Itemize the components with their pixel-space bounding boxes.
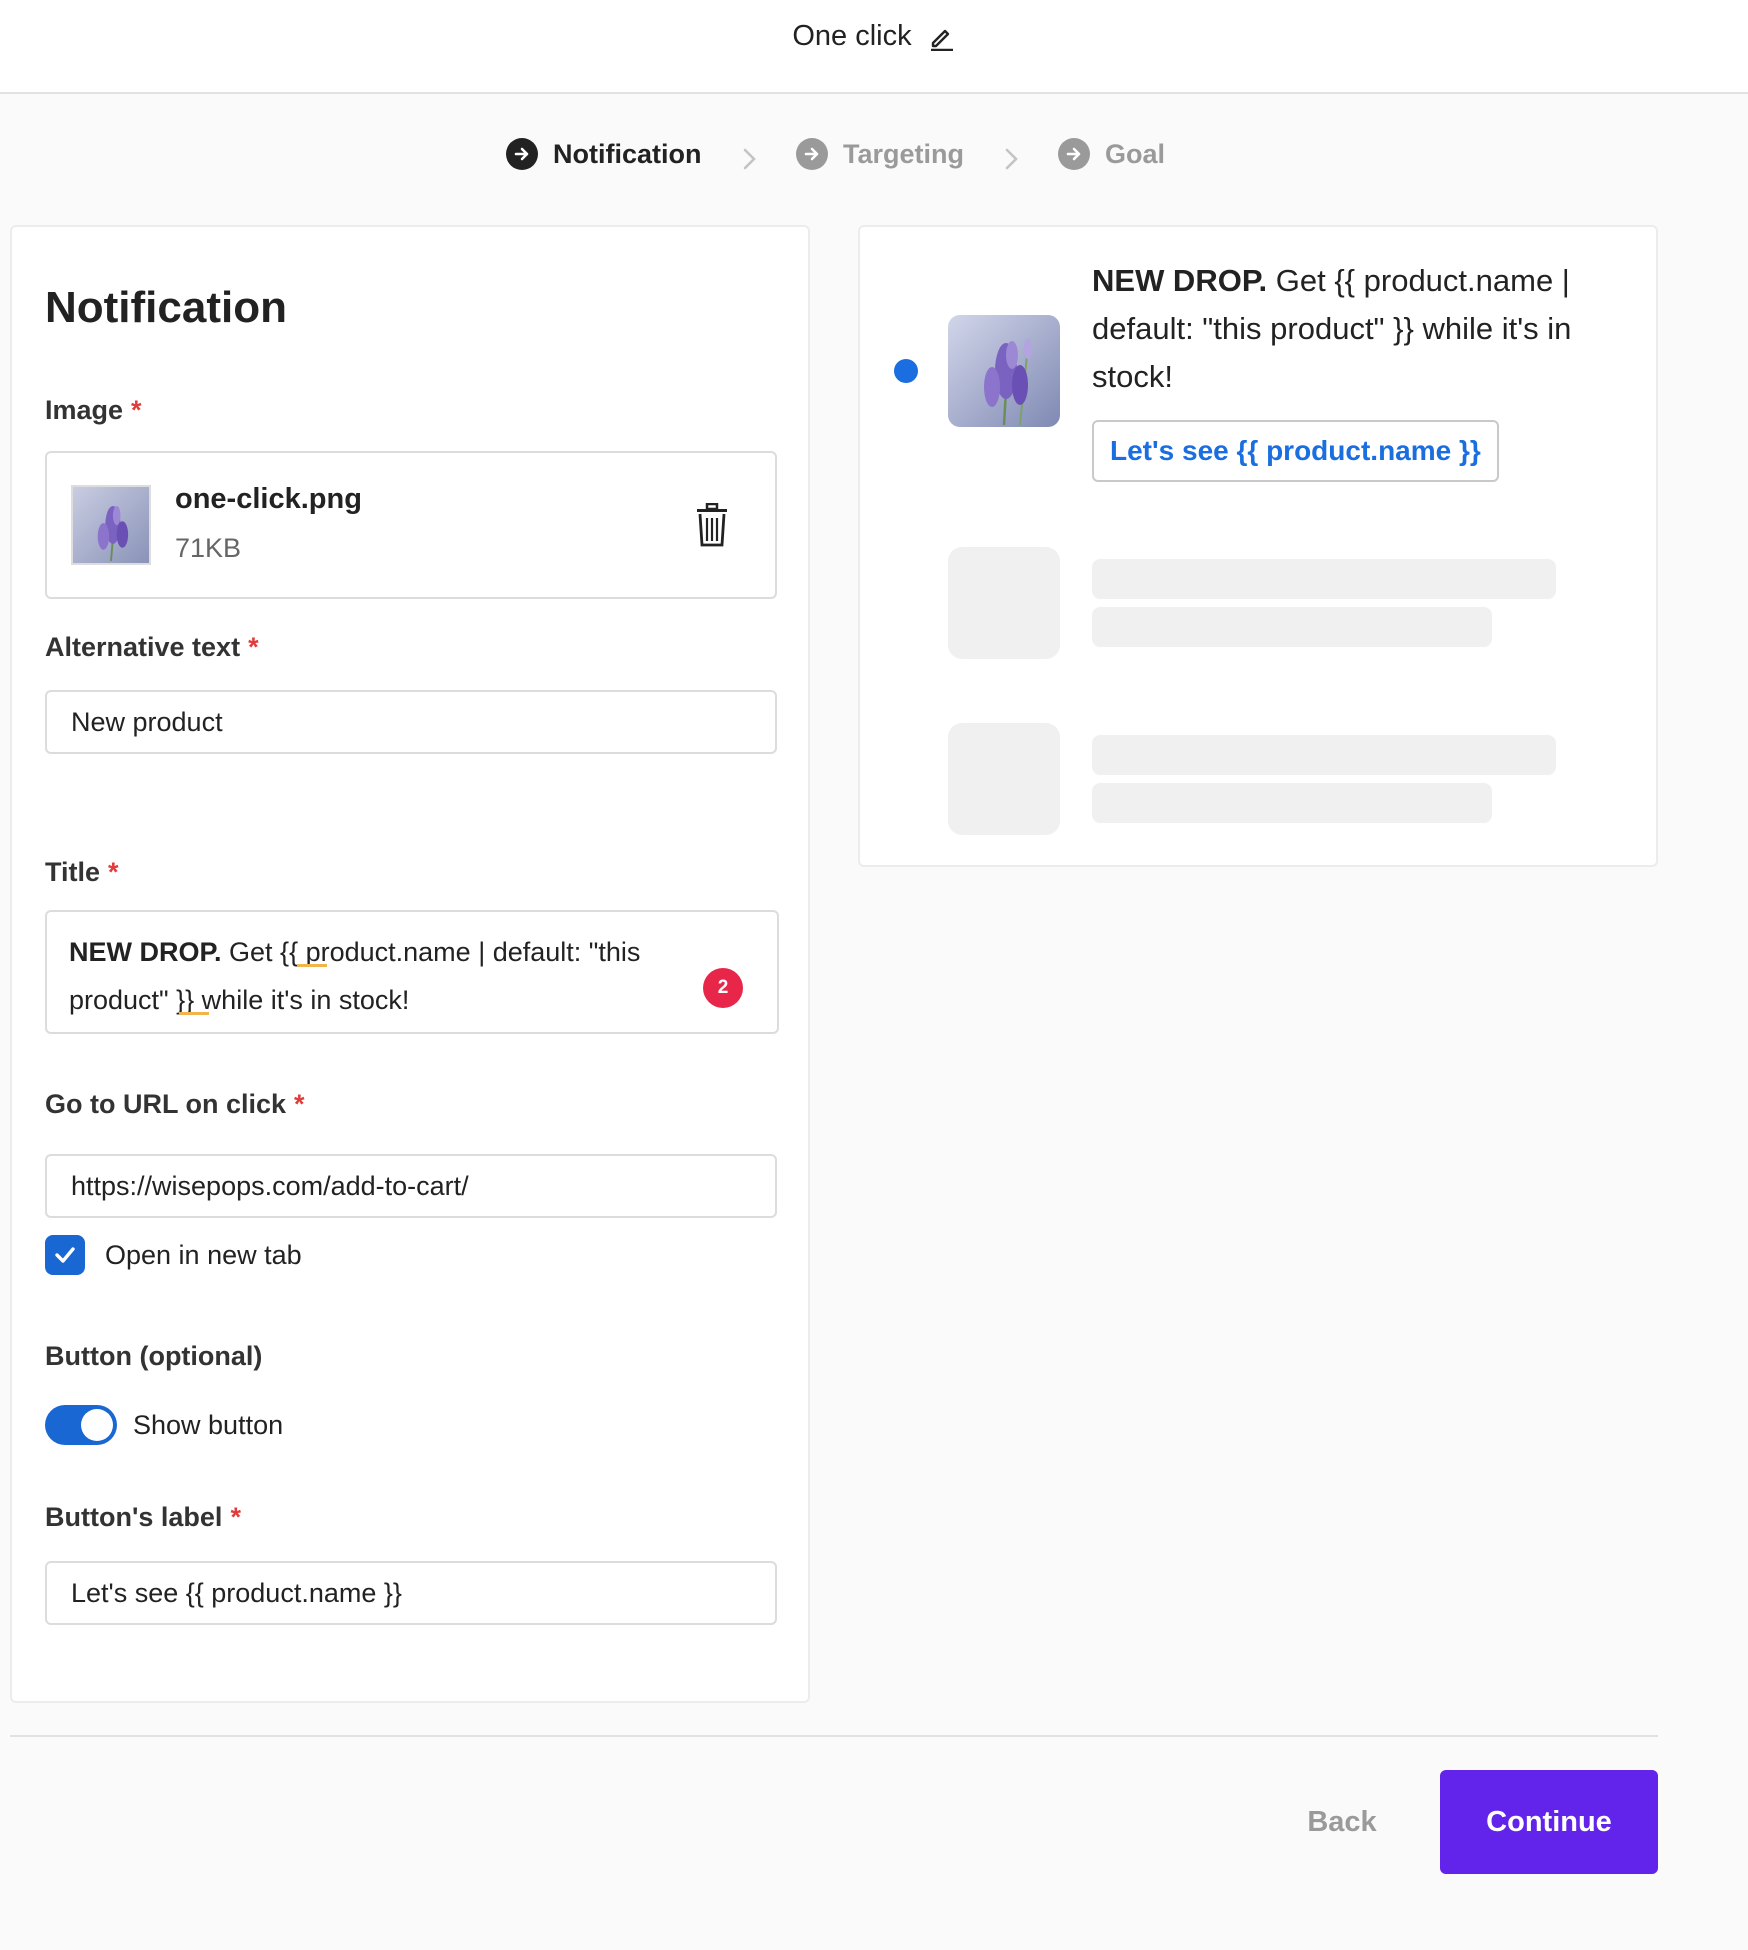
button-optional-label: Button (optional) xyxy=(45,1341,263,1371)
button-label-value: Let's see {{ product.name }} xyxy=(71,1577,402,1608)
required-mark: * xyxy=(131,395,142,425)
campaign-title[interactable]: One click xyxy=(792,20,911,52)
open-new-tab-checkbox[interactable] xyxy=(45,1235,85,1275)
chevron-right-icon xyxy=(743,148,756,170)
preview-cta-button[interactable]: Let's see {{ product.name }} xyxy=(1092,420,1499,482)
alt-text-value: New product xyxy=(71,706,223,737)
step-notification[interactable]: Notification xyxy=(506,138,702,170)
unread-dot xyxy=(894,359,918,383)
show-button-row[interactable]: Show button xyxy=(45,1405,283,1445)
title-content: NEW DROP. Get {{ product.name | default:… xyxy=(69,928,709,1024)
arrow-right-circle-icon xyxy=(506,138,538,170)
step-goal[interactable]: Goal xyxy=(1058,138,1165,170)
file-name: one-click.png xyxy=(175,483,362,515)
step-label: Goal xyxy=(1105,138,1166,169)
title-label-text: Title xyxy=(45,857,101,887)
url-label: Go to URL on click * xyxy=(45,1089,305,1120)
alt-text-label: Alternative text * xyxy=(45,632,259,663)
continue-button[interactable]: Continue xyxy=(1440,1770,1658,1874)
required-mark: * xyxy=(294,1089,305,1119)
arrow-right-circle-icon xyxy=(796,138,828,170)
toggle-knob xyxy=(81,1409,113,1441)
alt-text-input[interactable]: New product xyxy=(45,690,777,754)
button-label-label: Button's label * xyxy=(45,1502,241,1533)
step-label: Targeting xyxy=(843,138,964,169)
open-new-tab-label: Open in new tab xyxy=(105,1239,302,1270)
skeleton-image xyxy=(948,723,1060,835)
skeleton-line xyxy=(1092,735,1556,775)
open-new-tab-row[interactable]: Open in new tab xyxy=(45,1235,302,1275)
title-label: Title * xyxy=(45,857,119,888)
checkmark-icon xyxy=(55,1247,75,1263)
button-label-input[interactable]: Let's see {{ product.name }} xyxy=(45,1561,777,1625)
trash-icon[interactable] xyxy=(695,503,729,547)
notification-form-card: Notification Image * one-click.png 71KB A… xyxy=(10,225,810,1703)
step-targeting[interactable]: Targeting xyxy=(796,138,964,170)
stepper: Notification Targeting Goal xyxy=(0,138,1748,182)
preview-title-bold: NEW DROP. xyxy=(1092,263,1268,298)
title-bold-text: NEW DROP. xyxy=(69,937,222,967)
footer-divider xyxy=(10,1735,1658,1737)
alt-text-label-text: Alternative text xyxy=(45,632,241,662)
url-label-text: Go to URL on click xyxy=(45,1089,287,1119)
image-label: Image * xyxy=(45,395,142,426)
back-button[interactable]: Back xyxy=(1282,1770,1402,1874)
preview-card: NEW DROP. Get {{ product.name | default:… xyxy=(858,225,1658,867)
spellcheck-underline xyxy=(179,1012,209,1015)
image-label-text: Image xyxy=(45,395,124,425)
show-button-toggle[interactable] xyxy=(45,1405,117,1445)
preview-title: NEW DROP. Get {{ product.name | default:… xyxy=(1092,257,1582,401)
top-bar: One click xyxy=(0,0,1748,94)
url-input[interactable]: https://wisepops.com/add-to-cart/ xyxy=(45,1154,777,1218)
button-label-label-text: Button's label xyxy=(45,1502,223,1532)
skeleton-image xyxy=(948,547,1060,659)
file-size: 71KB xyxy=(175,533,242,563)
image-upload-box[interactable]: one-click.png 71KB xyxy=(45,451,777,599)
show-button-label: Show button xyxy=(133,1409,284,1440)
issues-count-badge[interactable]: 2 xyxy=(703,968,743,1008)
required-mark: * xyxy=(230,1502,241,1532)
spellcheck-underline xyxy=(297,964,327,967)
required-mark: * xyxy=(248,632,259,662)
form-heading: Notification xyxy=(45,283,287,332)
skeleton-line xyxy=(1092,783,1492,823)
chevron-right-icon xyxy=(1005,148,1018,170)
required-mark: * xyxy=(108,857,119,887)
campaign-title-wrap: One click xyxy=(0,20,1748,53)
preview-image xyxy=(948,315,1060,427)
skeleton-line xyxy=(1092,559,1556,599)
step-label: Notification xyxy=(553,138,702,169)
edit-pencil-icon[interactable] xyxy=(928,23,956,52)
url-value: https://wisepops.com/add-to-cart/ xyxy=(71,1170,469,1201)
image-thumbnail xyxy=(71,485,151,565)
title-editor[interactable]: NEW DROP. Get {{ product.name | default:… xyxy=(45,910,779,1034)
skeleton-line xyxy=(1092,607,1492,647)
arrow-right-circle-icon xyxy=(1058,138,1090,170)
